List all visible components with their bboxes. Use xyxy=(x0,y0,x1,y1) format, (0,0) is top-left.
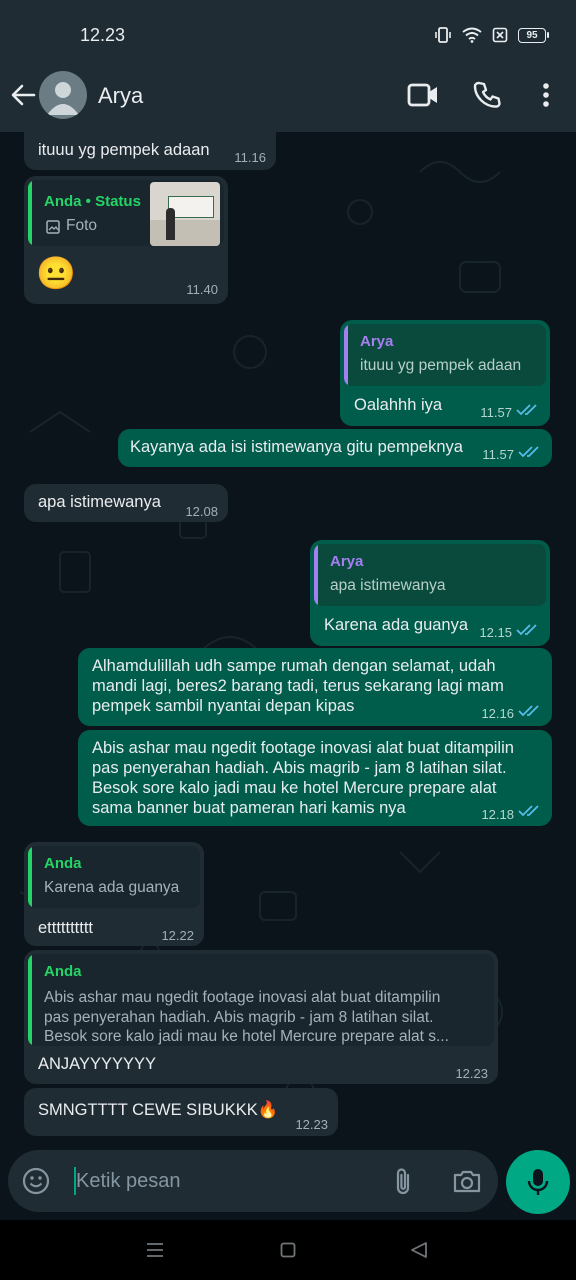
camera-icon xyxy=(453,1170,481,1193)
emoji-message: 😐 xyxy=(36,255,76,291)
arrow-back-icon xyxy=(11,84,36,106)
quote-bar xyxy=(314,544,318,606)
message-time: 12.22 xyxy=(161,928,194,943)
message-time: 11.57 xyxy=(480,405,512,420)
message-time: 12.23 xyxy=(295,1117,328,1132)
quoted-status[interactable]: Anda • Status Foto xyxy=(28,180,224,246)
battery-icon: 95 xyxy=(518,27,549,43)
double-check-icon xyxy=(518,446,539,458)
message-text: Kayanya ada isi istimewanya gitu pempekn… xyxy=(130,438,463,456)
message-bubble-outgoing[interactable]: Arya apa istimewanya Karena ada guanya 1… xyxy=(310,540,550,646)
message-text: Abis ashar mau ngedit footage inovasi al… xyxy=(92,739,514,817)
quote-text: ituuu yg pempek adaan xyxy=(360,357,522,374)
double-check-icon xyxy=(518,705,539,717)
quote-sender: Arya xyxy=(360,333,394,350)
quoted-message[interactable]: Anda Karena ada guanya xyxy=(28,846,200,908)
quote-text: apa istimewanya xyxy=(330,577,446,594)
phone-icon xyxy=(473,81,501,108)
message-text: ANJAYYYYYYY xyxy=(38,1055,156,1073)
quote-bar xyxy=(28,846,32,908)
message-bubble-incoming[interactable]: Anda • Status Foto 😐 11.40 xyxy=(24,176,228,304)
chat-header: Arya xyxy=(0,60,576,132)
video-camera-icon xyxy=(407,83,437,107)
quoted-message[interactable]: Anda Abis ashar mau ngedit footage inova… xyxy=(28,954,494,1046)
avatar[interactable] xyxy=(39,71,87,119)
quote-sender: Anda xyxy=(44,963,82,980)
message-time: 12.16 xyxy=(481,706,514,721)
message-bubble-incoming[interactable]: apa istimewanya 12.08 xyxy=(24,484,228,522)
emoji-icon xyxy=(22,1167,50,1195)
chat-area[interactable]: ituuu yg pempek adaan 11.16 Anda • Statu… xyxy=(0,132,576,1148)
quote-sender: Anda • Status xyxy=(44,193,141,210)
message-text: etttttttttt xyxy=(38,919,94,937)
voice-record-button[interactable] xyxy=(506,1150,570,1214)
emoji-button[interactable] xyxy=(22,1167,50,1200)
attach-button[interactable] xyxy=(392,1166,414,1201)
paperclip-icon xyxy=(396,1168,410,1195)
voice-call-button[interactable] xyxy=(472,80,502,115)
wifi-icon xyxy=(462,27,482,43)
message-input[interactable]: Ketik pesan xyxy=(76,1170,181,1193)
quote-text: Foto xyxy=(66,217,98,234)
contact-name[interactable]: Arya xyxy=(98,83,143,109)
message-time: 12.18 xyxy=(481,807,514,822)
message-text: Oalahhh iya xyxy=(354,396,443,414)
quote-text: Abis ashar mau ngedit footage inovasi al… xyxy=(44,989,449,1045)
message-time: 12.08 xyxy=(185,504,218,519)
quote-sender: Anda xyxy=(44,855,82,872)
back-button[interactable] xyxy=(10,82,36,113)
double-check-icon xyxy=(516,404,537,416)
message-bubble-outgoing[interactable]: Arya ituuu yg pempek adaan Oalahhh iya 1… xyxy=(340,320,550,426)
quoted-message[interactable]: Arya ituuu yg pempek adaan xyxy=(344,324,546,386)
system-nav-bar xyxy=(0,1220,576,1280)
vibrate-icon xyxy=(435,27,451,43)
message-time: 11.40 xyxy=(186,282,218,297)
message-time: 11.16 xyxy=(234,150,266,165)
sim-blocked-icon xyxy=(492,27,508,43)
message-time: 12.15 xyxy=(479,625,512,640)
quote-bar xyxy=(28,180,32,246)
message-composer[interactable]: Ketik pesan xyxy=(8,1150,498,1212)
message-text: Alhamdulillah udh sampe rumah dengan sel… xyxy=(92,657,504,715)
home-icon[interactable] xyxy=(280,1242,296,1258)
more-options-button[interactable] xyxy=(536,80,556,115)
microphone-icon xyxy=(527,1169,549,1195)
message-bubble-incoming[interactable]: Anda Abis ashar mau ngedit footage inova… xyxy=(24,950,498,1084)
message-text: SMNGTTTT CEWE SIBUKKK🔥 xyxy=(38,1101,279,1119)
message-bubble-outgoing[interactable]: Abis ashar mau ngedit footage inovasi al… xyxy=(78,730,552,826)
message-text: Karena ada guanya xyxy=(324,616,469,634)
quoted-message[interactable]: Arya apa istimewanya xyxy=(314,544,546,606)
message-time: 12.23 xyxy=(455,1066,488,1081)
double-check-icon xyxy=(516,624,537,636)
quote-sender: Arya xyxy=(330,553,364,570)
double-check-icon xyxy=(518,805,539,817)
quote-text: Karena ada guanya xyxy=(44,879,180,896)
message-bubble-incoming[interactable]: SMNGTTTT CEWE SIBUKKK🔥 12.23 xyxy=(24,1088,338,1136)
more-vertical-icon xyxy=(543,83,549,107)
message-bubble-outgoing[interactable]: Alhamdulillah udh sampe rumah dengan sel… xyxy=(78,648,552,726)
message-bubble-outgoing[interactable]: Kayanya ada isi istimewanya gitu pempekn… xyxy=(118,429,552,467)
message-bubble-incoming[interactable]: ituuu yg pempek adaan 11.16 xyxy=(24,132,276,170)
status-thumbnail xyxy=(150,182,220,246)
video-call-button[interactable] xyxy=(406,80,440,115)
quote-bar xyxy=(28,954,32,1046)
recent-apps-icon[interactable] xyxy=(146,1242,164,1258)
quote-bar xyxy=(344,324,348,386)
message-bubble-incoming[interactable]: Anda Karena ada guanya etttttttttt 12.22 xyxy=(24,842,204,946)
person-silhouette-icon xyxy=(47,82,79,115)
message-text: ituuu yg pempek adaan xyxy=(38,141,210,159)
message-text: apa istimewanya xyxy=(38,493,161,511)
camera-button[interactable] xyxy=(452,1168,482,1199)
battery-level: 95 xyxy=(526,29,538,41)
photo-icon xyxy=(46,220,60,234)
back-nav-icon[interactable] xyxy=(410,1242,428,1258)
status-time: 12.23 xyxy=(80,25,126,45)
message-time: 11.57 xyxy=(482,447,514,462)
status-icons: 95 xyxy=(434,26,549,44)
